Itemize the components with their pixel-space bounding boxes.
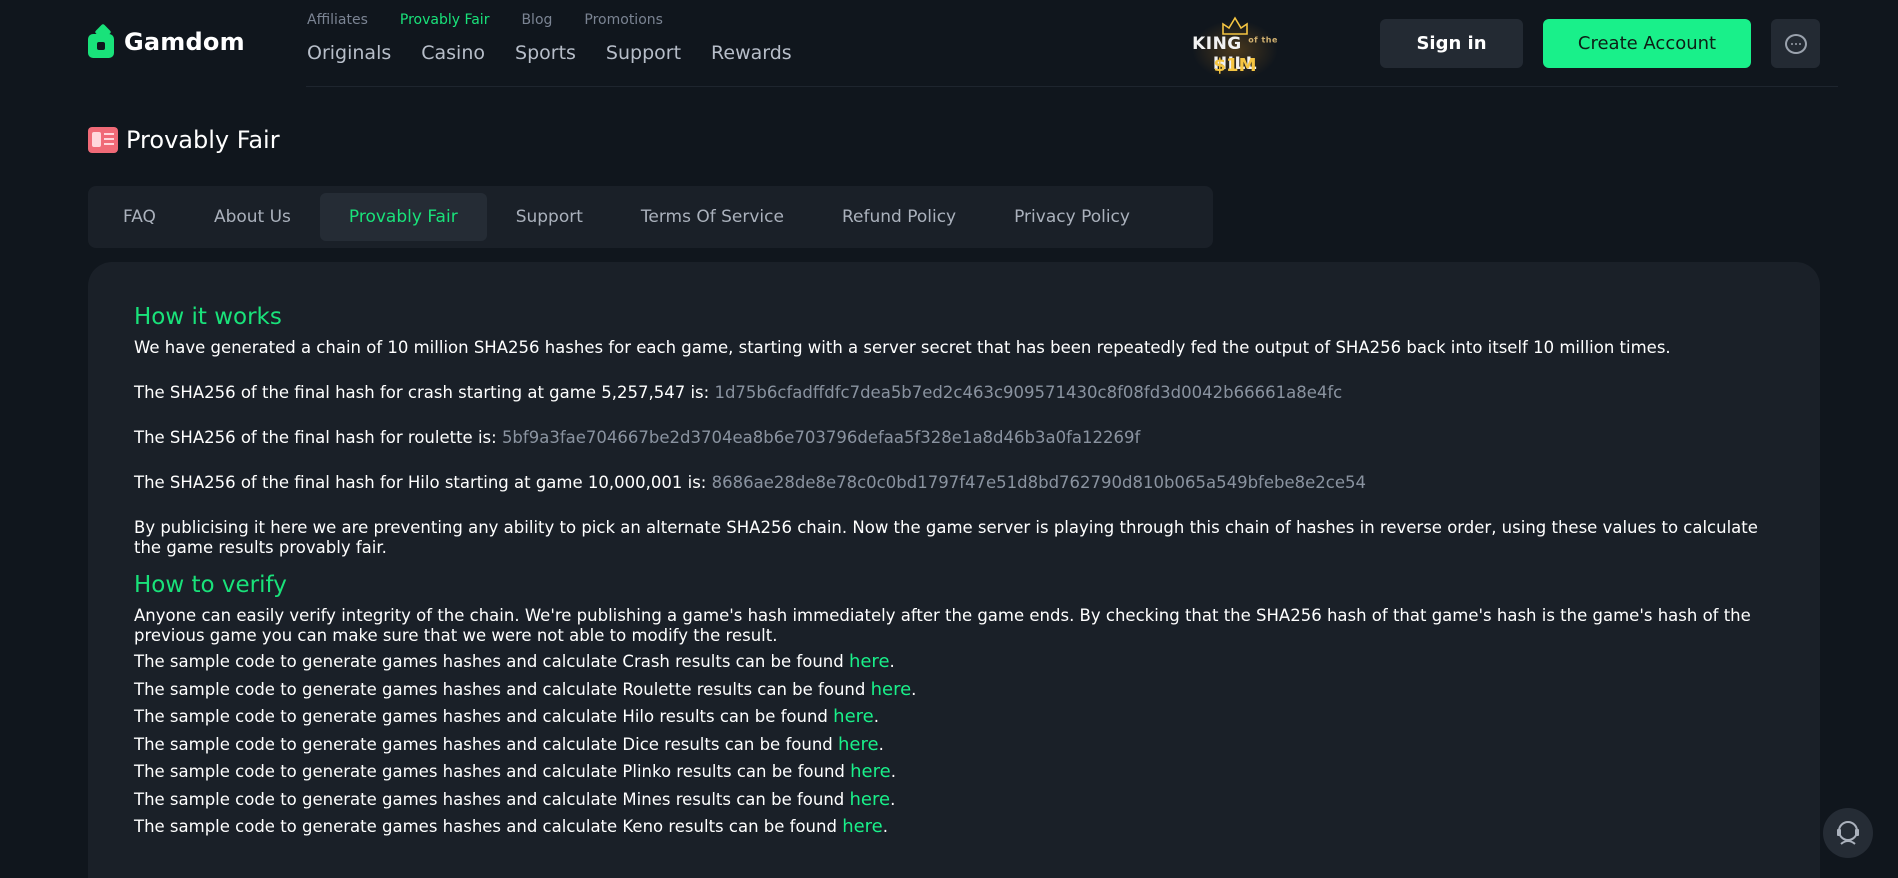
dice-sample-link[interactable]: here (838, 734, 879, 755)
subnav-affiliates[interactable]: Affiliates (307, 12, 368, 28)
document-icon (88, 127, 118, 153)
hilo-hash-label: The SHA256 of the final hash for Hilo st… (134, 473, 707, 492)
tab-provably-fair[interactable]: Provably Fair (319, 193, 487, 241)
chat-bubble-icon (1784, 33, 1807, 54)
gamdom-logo-icon (88, 23, 114, 58)
how-to-verify-heading: How to verify (134, 572, 287, 598)
tab-privacy-policy[interactable]: Privacy Policy (985, 193, 1159, 241)
sample-line-dice: The sample code to generate games hashes… (134, 733, 884, 755)
subnav-promotions[interactable]: Promotions (584, 12, 663, 28)
mines-sample-link[interactable]: here (850, 789, 891, 810)
crash-hash-label: The SHA256 of the final hash for crash s… (134, 383, 710, 402)
hilo-sample-link[interactable]: here (833, 706, 874, 727)
sub-navigation: Affiliates Provably Fair Blog Promotions (307, 12, 663, 28)
crash-sample-link[interactable]: here (849, 651, 890, 672)
hilo-hash-row: The SHA256 of the final hash for Hilo st… (134, 473, 1784, 493)
crash-hash-row: The SHA256 of the final hash for crash s… (134, 383, 1784, 403)
nav-originals[interactable]: Originals (307, 42, 391, 64)
subnav-blog[interactable]: Blog (521, 12, 552, 28)
logo-text: Gamdom (124, 28, 245, 56)
support-agent-icon (1837, 821, 1859, 845)
sample-line-keno: The sample code to generate games hashes… (134, 816, 888, 837)
create-account-button[interactable]: Create Account (1543, 19, 1751, 68)
promo-title-mid: of the (1248, 35, 1278, 45)
roulette-hash-label: The SHA256 of the final hash for roulett… (134, 428, 497, 447)
header-divider (306, 86, 1838, 87)
sample-line-crash: The sample code to generate games hashes… (134, 651, 895, 672)
site-header: Gamdom Affiliates Provably Fair Blog Pro… (0, 0, 1898, 88)
nav-sports[interactable]: Sports (515, 42, 576, 64)
hilo-hash-value: 8686ae28de8e78c0c0bd1797f47e51d8bd762790… (711, 473, 1367, 492)
crown-icon (1222, 16, 1248, 35)
support-widget-button[interactable] (1823, 808, 1873, 858)
roulette-hash-value: 5bf9a3fae704667be2d3704ea8b6e703796defaa… (501, 428, 1141, 447)
sign-in-button[interactable]: Sign in (1380, 19, 1523, 68)
verify-text: Anyone can easily verify integrity of th… (134, 606, 1751, 645)
plinko-sample-link[interactable]: here (850, 761, 891, 782)
chat-button[interactable] (1771, 19, 1820, 68)
tab-refund-policy[interactable]: Refund Policy (813, 193, 985, 241)
page-title: Provably Fair (88, 126, 280, 154)
roulette-sample-link[interactable]: here (871, 679, 912, 700)
nav-rewards[interactable]: Rewards (711, 42, 792, 64)
tab-faq[interactable]: FAQ (94, 193, 185, 241)
main-navigation: Originals Casino Sports Support Rewards (307, 42, 792, 64)
info-tabs: FAQ About Us Provably Fair Support Terms… (88, 186, 1213, 248)
promo-title-left: KING (1192, 34, 1242, 54)
crash-hash-value: 1d75b6cfadffdfc7dea5b7ed2c463c909571430c… (714, 383, 1343, 402)
king-of-the-hill-promo[interactable]: KING of the HILL $1M (1172, 14, 1298, 80)
nav-casino[interactable]: Casino (421, 42, 485, 64)
subnav-provably-fair[interactable]: Provably Fair (400, 12, 490, 28)
tab-support[interactable]: Support (487, 193, 612, 241)
roulette-hash-row: The SHA256 of the final hash for roulett… (134, 428, 1784, 448)
sample-line-hilo: The sample code to generate games hashes… (134, 706, 879, 727)
provably-fair-content: How it works We have generated a chain o… (134, 304, 1784, 841)
tab-about-us[interactable]: About Us (185, 193, 320, 241)
sample-line-roulette: The sample code to generate games hashes… (134, 678, 917, 700)
promo-amount: $1M (1213, 55, 1257, 76)
publicising-text: By publicising it here we are preventing… (134, 518, 1758, 557)
logo[interactable]: Gamdom (88, 23, 245, 58)
sample-code-list: The sample code to generate games hashes… (134, 648, 1784, 841)
page-title-text: Provably Fair (126, 126, 280, 154)
intro-text: We have generated a chain of 10 million … (134, 338, 1671, 357)
sample-line-mines: The sample code to generate games hashes… (134, 788, 896, 810)
how-it-works-heading: How it works (134, 304, 282, 330)
sample-line-plinko: The sample code to generate games hashes… (134, 761, 896, 782)
tab-terms-of-service[interactable]: Terms Of Service (612, 193, 813, 241)
keno-sample-link[interactable]: here (842, 816, 883, 837)
nav-support[interactable]: Support (606, 42, 681, 64)
